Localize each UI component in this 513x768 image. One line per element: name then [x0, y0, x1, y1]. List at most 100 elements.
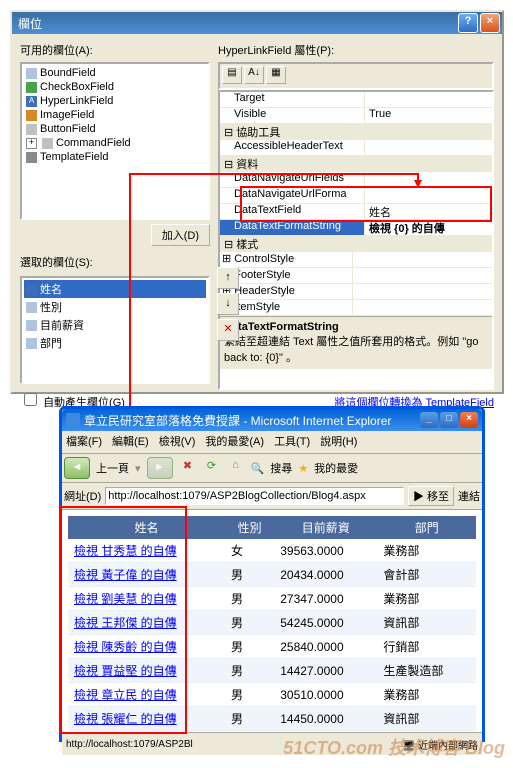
cell-salary: 14427.0000	[274, 659, 377, 683]
cell-gender: 男	[225, 587, 274, 611]
alpha-button[interactable]: A↓	[244, 66, 264, 84]
cell-dept: 行銷部	[377, 635, 476, 659]
refresh-icon[interactable]: ⟳	[203, 459, 221, 477]
gridview-table: 姓名 性別 目前薪資 部門 檢視 甘秀慧 的自傳 女39563.0000業務部檢視…	[68, 516, 476, 731]
prop-cat-data[interactable]: 資料	[236, 159, 258, 171]
menu-edit[interactable]: 編輯(E)	[112, 433, 149, 451]
prop-dnuf[interactable]: DataNavigateUrlFields	[220, 172, 365, 187]
menu-file[interactable]: 檔案(F)	[66, 433, 102, 451]
menu-help[interactable]: 說明(H)	[320, 433, 357, 451]
dialog-titlebar: 欄位 ? ×	[12, 12, 502, 34]
search-label[interactable]: 搜尋	[270, 460, 292, 476]
header-salary: 目前薪資	[274, 516, 377, 539]
back-button[interactable]: ◄	[64, 457, 90, 479]
favorites-icon[interactable]: ★	[298, 462, 308, 475]
biography-link[interactable]: 檢視 陳秀齡 的自傳	[74, 640, 177, 654]
ie-title-text: 章立民研究室部落格免費授課 - Microsoft Internet Explo…	[84, 412, 420, 429]
menu-tools[interactable]: 工具(T)	[274, 433, 310, 451]
close-button[interactable]: ×	[480, 13, 500, 33]
field-item[interactable]: AHyperLinkField	[24, 94, 206, 108]
selected-item[interactable]: 部門	[24, 334, 206, 352]
field-item[interactable]: ButtonField	[24, 122, 206, 136]
biography-link[interactable]: 檢視 劉美慧 的自傳	[74, 592, 177, 606]
address-label: 網址(D)	[64, 488, 101, 504]
address-input[interactable]	[105, 487, 404, 505]
biography-link[interactable]: 檢視 賈益堅 的自傳	[74, 664, 177, 678]
biography-link[interactable]: 檢視 黃子偉 的自傳	[74, 568, 177, 582]
cell-salary: 27347.0000	[274, 587, 377, 611]
ie-content: 姓名 性別 目前薪資 部門 檢視 甘秀慧 的自傳 女39563.0000業務部檢視…	[62, 510, 482, 732]
prop-target[interactable]: Target	[220, 92, 365, 107]
available-fields-list[interactable]: BoundField CheckBoxField AHyperLinkField…	[20, 62, 210, 220]
prop-hs[interactable]: HeaderStyle	[234, 285, 295, 297]
prop-visible[interactable]: Visible	[220, 108, 365, 123]
move-down-button[interactable]: ↓	[217, 293, 239, 315]
prop-cs[interactable]: ControlStyle	[234, 253, 294, 265]
prop-cat-styles[interactable]: 樣式	[236, 239, 258, 251]
property-toolbar: ▤ A↓ ▦	[218, 62, 494, 90]
cell-dept: 會計部	[377, 563, 476, 587]
prop-fs[interactable]: FooterStyle	[234, 269, 290, 281]
home-icon[interactable]: ⌂	[227, 459, 245, 477]
biography-link[interactable]: 檢視 甘秀慧 的自傳	[74, 544, 177, 558]
table-header-row: 姓名 性別 目前薪資 部門	[68, 516, 476, 539]
go-button[interactable]: ▶ 移至	[408, 486, 454, 506]
prop-cat-accessibility[interactable]: 協助工具	[236, 127, 280, 139]
biography-link[interactable]: 檢視 王邦傑 的自傳	[74, 616, 177, 630]
cell-salary: 39563.0000	[274, 539, 377, 563]
biography-link[interactable]: 檢視 張耀仁 的自傳	[74, 712, 177, 726]
table-row: 檢視 張耀仁 的自傳男14450.0000資訊部	[68, 707, 476, 731]
selected-item[interactable]: 目前薪資	[24, 316, 206, 334]
ie-toolbar: ◄ 上一頁 ▾ ► ✖ ⟳ ⌂ 🔍搜尋 ★我的最愛	[62, 454, 482, 483]
header-name: 姓名	[68, 516, 225, 539]
field-item[interactable]: CheckBoxField	[24, 80, 206, 94]
selected-label: 選取的欄位(S):	[20, 254, 210, 270]
categorized-button[interactable]: ▤	[222, 66, 242, 84]
cell-salary: 25840.0000	[274, 635, 377, 659]
links-label[interactable]: 連結	[458, 488, 480, 504]
menu-view[interactable]: 檢視(V)	[159, 433, 196, 451]
add-button[interactable]: 加入(D)	[151, 224, 210, 246]
property-description: DataTextFormatString 繫結至超連結 Text 屬性之值所套用…	[220, 316, 492, 369]
favorites-label[interactable]: 我的最愛	[314, 460, 358, 476]
menu-favorites[interactable]: 我的最愛(A)	[205, 433, 264, 451]
cell-gender: 男	[225, 659, 274, 683]
selected-item[interactable]: 姓名	[24, 280, 206, 298]
selected-fields-list[interactable]: 姓名 性別 目前薪資 部門	[20, 276, 210, 384]
prop-dtfs[interactable]: DataTextFormatString	[220, 220, 365, 235]
move-up-button[interactable]: ↑	[217, 267, 239, 289]
ie-menubar: 檔案(F) 編輯(E) 檢視(V) 我的最愛(A) 工具(T) 說明(H)	[62, 431, 482, 454]
close-button[interactable]: ×	[460, 412, 478, 428]
cell-dept: 資訊部	[377, 611, 476, 635]
forward-button[interactable]: ►	[147, 457, 173, 479]
field-item[interactable]: ImageField	[24, 108, 206, 122]
delete-button[interactable]: ✕	[217, 319, 239, 341]
help-button[interactable]: ?	[458, 13, 478, 33]
field-item[interactable]: +CommandField	[24, 136, 206, 150]
prop-aht[interactable]: AccessibleHeaderText	[220, 140, 365, 155]
back-label[interactable]: 上一頁	[96, 460, 129, 476]
stop-icon[interactable]: ✖	[179, 459, 197, 477]
prop-dnufs[interactable]: DataNavigateUrlForma	[220, 188, 365, 203]
table-row: 檢視 王邦傑 的自傳男54245.0000資訊部	[68, 611, 476, 635]
search-icon[interactable]: 🔍	[251, 462, 265, 475]
cell-dept: 業務部	[377, 539, 476, 563]
field-item[interactable]: TemplateField	[24, 150, 206, 164]
prop-dtf[interactable]: DataTextField	[220, 204, 365, 219]
prop-is[interactable]: ItemStyle	[234, 301, 280, 313]
props-button[interactable]: ▦	[266, 66, 286, 84]
cell-gender: 男	[225, 635, 274, 659]
field-item[interactable]: BoundField	[24, 66, 206, 80]
table-row: 檢視 章立民 的自傳男30510.0000業務部	[68, 683, 476, 707]
header-dept: 部門	[377, 516, 476, 539]
cell-gender: 女	[225, 539, 274, 563]
selected-item[interactable]: 性別	[24, 298, 206, 316]
ie-titlebar: 章立民研究室部落格免費授課 - Microsoft Internet Explo…	[62, 409, 482, 431]
biography-link[interactable]: 檢視 章立民 的自傳	[74, 688, 177, 702]
maximize-button[interactable]: □	[440, 412, 458, 428]
cell-salary: 30510.0000	[274, 683, 377, 707]
cell-gender: 男	[225, 707, 274, 731]
table-row: 檢視 陳秀齡 的自傳 男25840.0000行銷部	[68, 635, 476, 659]
property-grid[interactable]: Target VisibleTrue ⊟ 協助工具 AccessibleHead…	[218, 90, 494, 390]
minimize-button[interactable]: _	[420, 412, 438, 428]
